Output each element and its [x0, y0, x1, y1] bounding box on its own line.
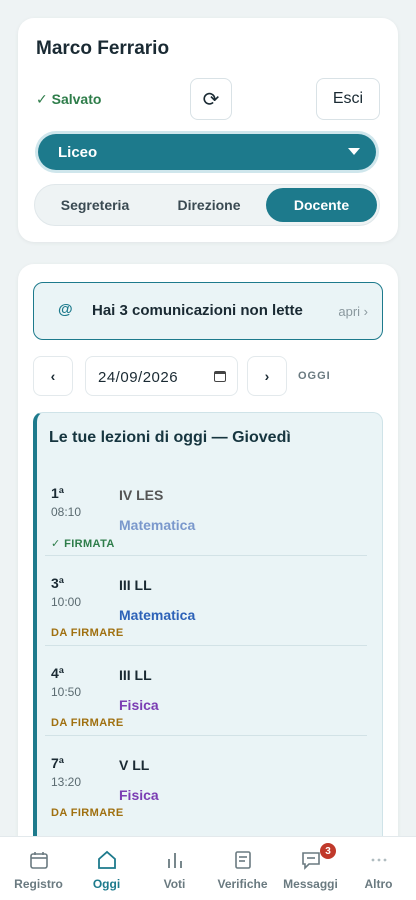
- lesson-slot: 3ª: [51, 575, 64, 591]
- chat-icon: [302, 852, 320, 870]
- lesson-time: 13:20: [51, 775, 82, 789]
- lesson-class: III LL: [119, 667, 152, 683]
- tab-voti[interactable]: Voti: [140, 837, 209, 900]
- lesson-status: DA FIRMARE: [51, 807, 124, 819]
- tab-altro[interactable]: Altro: [344, 837, 413, 900]
- bar-chart-icon: [168, 853, 182, 868]
- lesson-class: III LL: [119, 577, 152, 593]
- lesson-item[interactable]: 3ª 10:00 III LL Matematica DA FIRMARE: [45, 555, 367, 645]
- tab-label: Voti: [163, 877, 186, 891]
- lesson-status: ✓ FIRMATA: [51, 538, 115, 550]
- divider: [45, 735, 367, 736]
- school-select[interactable]: Liceo: [38, 134, 376, 170]
- messages-badge: 3: [320, 843, 336, 859]
- calendar-icon: [30, 852, 48, 869]
- notice-open-link[interactable]: apri ›: [338, 304, 368, 319]
- divider: [45, 645, 367, 646]
- user-name: Marco Ferrario: [36, 38, 170, 59]
- lessons-panel: Le tue lezioni di oggi — Giovedì 1ª 08:1…: [33, 412, 383, 852]
- notice-text: Hai 3 comunicazioni non lette: [92, 302, 303, 319]
- more-icon: [371, 858, 387, 862]
- lesson-time: 08:10: [51, 505, 82, 519]
- calendar-icon[interactable]: [214, 371, 226, 382]
- role-docente[interactable]: Docente: [266, 188, 377, 222]
- lesson-subject: Matematica: [119, 607, 196, 623]
- role-switcher: Segreteria Direzione Docente: [34, 184, 380, 226]
- tab-label: Altro: [364, 877, 393, 891]
- lesson-status: DA FIRMARE: [51, 627, 124, 639]
- next-day-button[interactable]: ›: [247, 356, 287, 396]
- tab-label: Messaggi: [283, 877, 338, 891]
- tab-verifiche[interactable]: Verifiche: [208, 837, 277, 900]
- tab-label: Registro: [14, 877, 63, 891]
- refresh-icon: ⟳: [202, 88, 220, 111]
- logout-button[interactable]: Esci: [316, 78, 380, 120]
- lessons-title: Le tue lezioni di oggi — Giovedì: [49, 429, 291, 446]
- caret-down-icon: [348, 148, 360, 155]
- unread-notice[interactable]: @ Hai 3 comunicazioni non lette apri ›: [33, 282, 383, 340]
- lesson-subject: Fisica: [119, 697, 159, 713]
- bottom-tab-bar: Registro Oggi Voti Verifiche 3 Messaggi …: [0, 836, 416, 900]
- chevron-left-icon: ‹: [50, 368, 56, 384]
- lesson-item[interactable]: 7ª 13:20 V LL Fisica DA FIRMARE: [45, 735, 367, 825]
- lesson-item[interactable]: 1ª 08:10 IV LES Matematica ✓ FIRMATA: [45, 465, 367, 555]
- lesson-subject: Fisica: [119, 787, 159, 803]
- school-select-value: Liceo: [58, 143, 98, 161]
- role-segreteria[interactable]: Segreteria: [39, 188, 151, 222]
- tab-label: Oggi: [92, 877, 121, 891]
- lesson-slot: 1ª: [51, 485, 64, 501]
- divider: [45, 555, 367, 556]
- today-button[interactable]: OGGI: [298, 370, 331, 382]
- lesson-subject: Matematica: [119, 517, 196, 533]
- account-card: Marco Ferrario ✓ Salvato ⟳ Esci Liceo Se…: [18, 18, 398, 242]
- tab-label: Verifiche: [217, 877, 268, 891]
- lesson-slot: 4ª: [51, 665, 64, 681]
- today-card: @ Hai 3 comunicazioni non lette apri › ‹…: [18, 264, 398, 900]
- lesson-class: V LL: [119, 757, 150, 773]
- lesson-class: IV LES: [119, 487, 164, 503]
- lesson-time: 10:00: [51, 595, 82, 609]
- document-icon: [235, 851, 251, 869]
- home-icon: [98, 850, 116, 869]
- lesson-item[interactable]: 4ª 10:50 III LL Fisica DA FIRMARE: [45, 645, 367, 735]
- tab-messaggi[interactable]: 3 Messaggi: [276, 837, 345, 900]
- tab-registro[interactable]: Registro: [4, 837, 73, 900]
- at-icon: @: [58, 301, 73, 318]
- date-value: 24/09/2026: [98, 369, 179, 386]
- lesson-status: DA FIRMARE: [51, 717, 124, 729]
- lesson-slot: 7ª: [51, 755, 64, 771]
- chevron-right-icon: ›: [264, 368, 270, 384]
- prev-day-button[interactable]: ‹: [33, 356, 73, 396]
- lesson-time: 10:50: [51, 685, 82, 699]
- role-direzione[interactable]: Direzione: [153, 188, 265, 222]
- tab-oggi[interactable]: Oggi: [72, 837, 141, 900]
- refresh-button[interactable]: ⟳: [190, 78, 232, 120]
- date-input[interactable]: 24/09/2026: [85, 356, 238, 396]
- saved-status: ✓ Salvato: [36, 91, 102, 107]
